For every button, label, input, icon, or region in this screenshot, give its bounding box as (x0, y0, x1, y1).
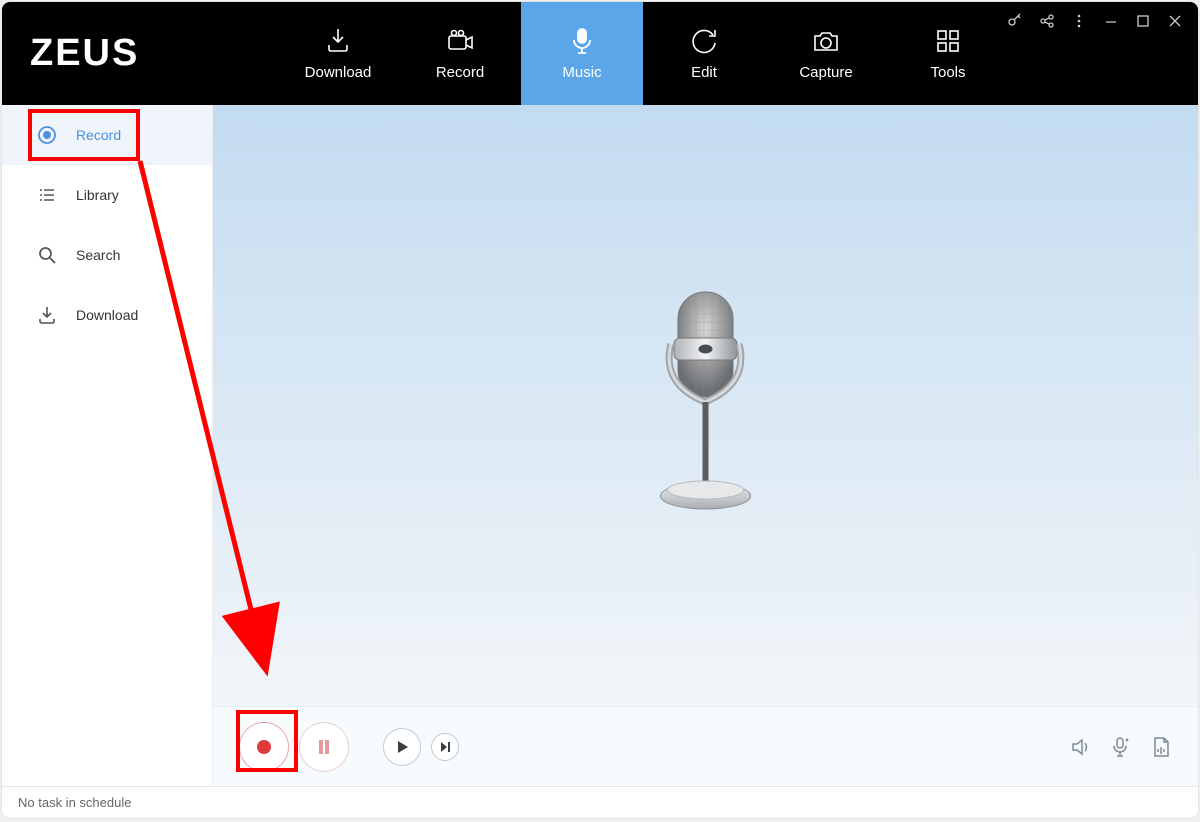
search-icon (36, 244, 58, 266)
pause-button[interactable] (299, 722, 349, 772)
share-icon[interactable] (1038, 12, 1056, 30)
nav-label: Capture (799, 64, 852, 81)
download-icon (36, 304, 58, 326)
nav-download[interactable]: Download (277, 2, 399, 105)
nav-label: Tools (930, 64, 965, 81)
record-button[interactable] (239, 722, 289, 772)
app-logo: ZEUS (2, 2, 277, 105)
nav-record[interactable]: Record (399, 2, 521, 105)
minimize-button[interactable] (1102, 12, 1120, 30)
app-name: ZEUS (30, 32, 139, 75)
body: Record Library Search Download (2, 105, 1198, 786)
key-icon[interactable] (1006, 12, 1024, 30)
video-record-icon (445, 26, 475, 56)
grid-icon (933, 26, 963, 56)
window-controls (1006, 12, 1184, 30)
record-stage (213, 105, 1198, 706)
sidebar: Record Library Search Download (2, 105, 213, 786)
list-icon (36, 184, 58, 206)
file-audio-icon[interactable] (1150, 736, 1172, 758)
next-button[interactable] (431, 733, 459, 761)
download-icon (323, 26, 353, 56)
sidebar-item-download[interactable]: Download (2, 285, 212, 345)
camera-icon (811, 26, 841, 56)
close-button[interactable] (1166, 12, 1184, 30)
sidebar-item-label: Download (76, 307, 138, 323)
player-controls (213, 706, 1198, 786)
nav-tools[interactable]: Tools (887, 2, 1009, 105)
app-window: ZEUS Download (2, 2, 1198, 818)
sidebar-item-library[interactable]: Library (2, 165, 212, 225)
nav-music[interactable]: Music (521, 2, 643, 105)
sidebar-item-label: Library (76, 187, 119, 203)
maximize-button[interactable] (1134, 12, 1152, 30)
microphone-icon (567, 26, 597, 56)
top-nav: Download Record (277, 2, 1009, 105)
nav-capture[interactable]: Capture (765, 2, 887, 105)
nav-label: Record (436, 64, 484, 81)
sidebar-item-label: Search (76, 247, 120, 263)
nav-edit[interactable]: Edit (643, 2, 765, 105)
sidebar-item-search[interactable]: Search (2, 225, 212, 285)
playbar-right (1070, 736, 1172, 758)
status-bar: No task in schedule (2, 786, 1198, 818)
content (213, 105, 1198, 786)
record-dot-icon (36, 124, 58, 146)
play-button[interactable] (383, 728, 421, 766)
sidebar-item-label: Record (76, 127, 121, 143)
refresh-icon (689, 26, 719, 56)
mic-settings-icon[interactable] (1110, 736, 1132, 758)
nav-label: Edit (691, 64, 717, 81)
title-bar: ZEUS Download (2, 2, 1198, 105)
status-text: No task in schedule (18, 795, 131, 810)
menu-dots-icon[interactable] (1070, 12, 1088, 30)
sidebar-item-record[interactable]: Record (2, 105, 212, 165)
nav-label: Music (562, 64, 601, 81)
volume-icon[interactable] (1070, 736, 1092, 758)
nav-label: Download (305, 64, 372, 81)
microphone-illustration (638, 286, 773, 526)
